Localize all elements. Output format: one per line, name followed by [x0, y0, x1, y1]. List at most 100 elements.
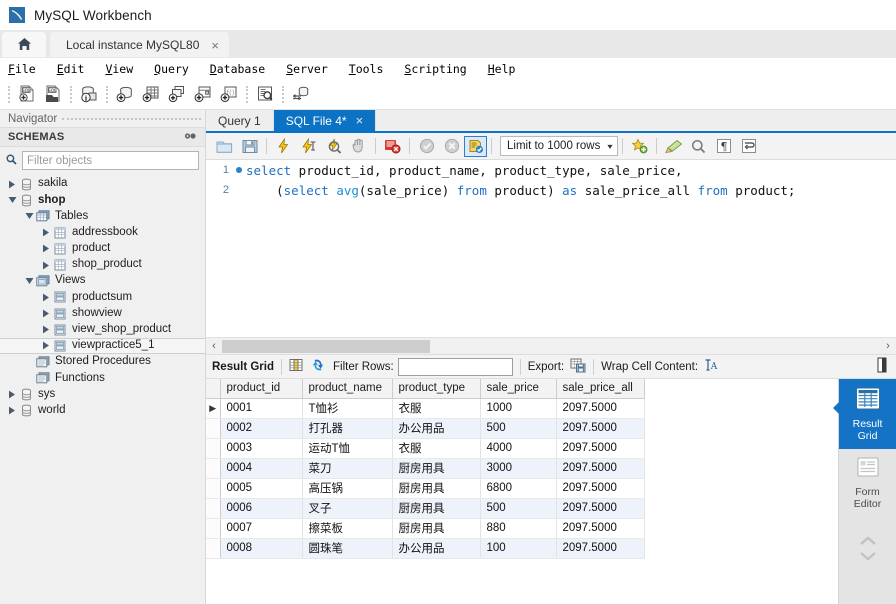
cell-sale_price_all[interactable]: 2097.5000: [556, 538, 645, 559]
toggle-wrapping-icon[interactable]: [736, 135, 761, 157]
table-row[interactable]: 0008 圆珠笔 办公用品 100 2097.5000: [206, 538, 645, 559]
open-file-icon[interactable]: [212, 135, 237, 157]
menu-query[interactable]: Query: [154, 62, 200, 76]
row-header[interactable]: [206, 518, 221, 539]
cell-product_id[interactable]: 0002: [220, 418, 303, 439]
tree-item-shop[interactable]: shop: [0, 192, 205, 208]
tree-item-addressbook[interactable]: addressbook: [0, 225, 205, 241]
cell-sale_price_all[interactable]: 2097.5000: [556, 498, 645, 519]
refresh-icon[interactable]: [311, 358, 325, 375]
tab-sql-file-4[interactable]: SQL File 4* ×: [273, 110, 377, 131]
toggle-autocommit-icon[interactable]: [464, 135, 487, 157]
menu-tools[interactable]: Tools: [349, 62, 395, 76]
scroll-left-arrow-icon[interactable]: ‹: [206, 340, 222, 352]
cell-product_id[interactable]: 0003: [220, 438, 303, 459]
cell-sale_price[interactable]: 880: [480, 518, 557, 539]
filter-rows-input[interactable]: [397, 357, 513, 376]
fetch-rows-icon[interactable]: [876, 357, 888, 376]
save-file-icon[interactable]: [237, 135, 262, 157]
cell-sale_price[interactable]: 500: [480, 498, 557, 519]
new-schema-icon[interactable]: [112, 82, 138, 106]
twisty-collapsed-icon[interactable]: [40, 341, 52, 350]
menu-help[interactable]: Help: [488, 62, 527, 76]
twisty-collapsed-icon[interactable]: [40, 325, 52, 334]
cell-product_name[interactable]: 高压锅: [302, 478, 393, 499]
cell-product_name[interactable]: 叉子: [302, 498, 393, 519]
cell-product_id[interactable]: 0004: [220, 458, 303, 479]
cell-sale_price_all[interactable]: 2097.5000: [556, 518, 645, 539]
cell-product_id[interactable]: 0005: [220, 478, 303, 499]
cell-sale_price[interactable]: 4000: [480, 438, 557, 459]
cell-sale_price[interactable]: 6800: [480, 478, 557, 499]
cell-product_id[interactable]: 0007: [220, 518, 303, 539]
cell-sale_price_all[interactable]: 2097.5000: [556, 398, 645, 419]
save-snippet-icon[interactable]: [627, 135, 652, 157]
result-grid-scroll[interactable]: product_id product_name product_type sal…: [206, 379, 838, 604]
reconnect-server-icon[interactable]: [288, 82, 314, 106]
tree-item-world[interactable]: world: [0, 403, 205, 419]
column-header-sale-price-all[interactable]: sale_price_all: [556, 379, 645, 399]
scroll-right-arrow-icon[interactable]: ›: [880, 340, 896, 352]
new-view-icon[interactable]: [164, 82, 190, 106]
table-row[interactable]: 0007 擦菜板 厨房用具 880 2097.5000: [206, 518, 645, 539]
column-header-product-name[interactable]: product_name: [302, 379, 393, 399]
row-header[interactable]: [206, 498, 221, 519]
menu-database[interactable]: Database: [210, 62, 276, 76]
wrap-cell-icon[interactable]: A: [704, 358, 718, 375]
export-recordset-icon[interactable]: [570, 358, 586, 376]
tree-item-tables[interactable]: Tables: [0, 208, 205, 224]
row-header[interactable]: [206, 418, 221, 439]
tree-item-sakila[interactable]: sakila: [0, 176, 205, 192]
result-table[interactable]: product_id product_name product_type sal…: [206, 379, 645, 559]
twisty-collapsed-icon[interactable]: [6, 390, 18, 399]
find-icon[interactable]: [686, 135, 711, 157]
open-sql-script-icon[interactable]: SQL: [40, 82, 66, 106]
inspect-schema-icon[interactable]: [252, 82, 278, 106]
scrollbar-thumb[interactable]: [222, 340, 430, 353]
table-row[interactable]: 0006 叉子 厨房用具 500 2097.5000: [206, 498, 645, 519]
home-tab[interactable]: [2, 32, 46, 58]
row-header[interactable]: [206, 438, 221, 459]
navigator-grip[interactable]: [62, 117, 201, 120]
new-procedure-icon[interactable]: [190, 82, 216, 106]
tab-query-1[interactable]: Query 1: [206, 110, 274, 131]
chevron-up-icon[interactable]: [858, 535, 878, 550]
menu-scripting[interactable]: Scripting: [404, 62, 477, 76]
cell-sale_price_all[interactable]: 2097.5000: [556, 418, 645, 439]
side-tab-result-grid[interactable]: Result Grid: [832, 379, 896, 449]
grid-columns-icon[interactable]: [289, 358, 303, 375]
cell-product_name[interactable]: 菜刀: [302, 458, 393, 479]
twisty-collapsed-icon[interactable]: [40, 293, 52, 302]
editor-horizontal-scrollbar[interactable]: ‹ ›: [206, 337, 896, 354]
row-header[interactable]: [206, 458, 221, 479]
table-row[interactable]: 0002 打孔器 办公用品 500 2097.5000: [206, 418, 645, 439]
cell-product_name[interactable]: 圆珠笔: [302, 538, 393, 559]
cell-product_id[interactable]: 0001: [220, 398, 303, 419]
column-header-product-type[interactable]: product_type: [392, 379, 481, 399]
tree-item-product[interactable]: product: [0, 241, 205, 257]
twisty-expanded-icon[interactable]: [23, 212, 35, 220]
cell-product_type[interactable]: 办公用品: [392, 538, 481, 559]
tree-item-showview[interactable]: showview: [0, 306, 205, 322]
code-line-2[interactable]: 2 (select avg(sale_price) from product) …: [206, 180, 896, 200]
twisty-collapsed-icon[interactable]: [40, 244, 52, 253]
tree-item-productsum[interactable]: productsum: [0, 289, 205, 305]
tree-item-sys[interactable]: sys: [0, 386, 205, 402]
twisty-collapsed-icon[interactable]: [40, 309, 52, 318]
new-table-icon[interactable]: [138, 82, 164, 106]
table-row[interactable]: ▶ 0001 T恤衫 衣服 1000 2097.5000: [206, 398, 645, 419]
tree-item-shop-product[interactable]: shop_product: [0, 257, 205, 273]
tree-item-view-shop-product[interactable]: view_shop_product: [0, 322, 205, 338]
cell-product_name[interactable]: 运动T恤: [302, 438, 393, 459]
cell-product_type[interactable]: 厨房用具: [392, 458, 481, 479]
stop-icon[interactable]: [346, 135, 371, 157]
cell-sale_price[interactable]: 3000: [480, 458, 557, 479]
code-line-1[interactable]: 1 select product_id, product_name, produc…: [206, 160, 896, 180]
connection-info-icon[interactable]: i: [76, 82, 102, 106]
cell-product_type[interactable]: 厨房用具: [392, 498, 481, 519]
tree-item-views[interactable]: Views: [0, 273, 205, 289]
column-header-sale-price[interactable]: sale_price: [480, 379, 557, 399]
cell-sale_price[interactable]: 1000: [480, 398, 557, 419]
toggle-invisible-chars-icon[interactable]: ¶: [711, 135, 736, 157]
cell-sale_price[interactable]: 500: [480, 418, 557, 439]
